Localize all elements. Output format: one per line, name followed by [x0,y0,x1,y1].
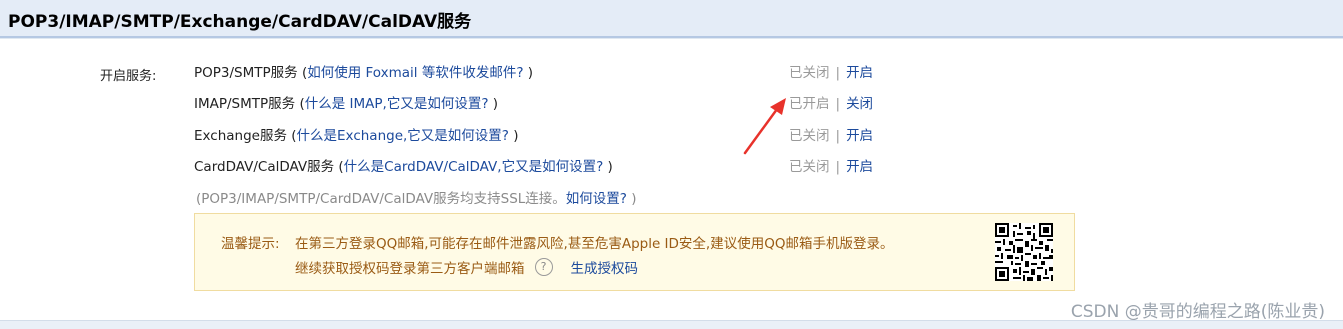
help-circle-icon[interactable]: ? [534,258,553,276]
service-status-pop3: 已关闭 | 开启 [789,61,873,81]
service-row-imap: IMAP/SMTP服务 (什么是 IMAP,它又是如何设置? ) [194,92,498,112]
ssl-note: (POP3/IMAP/SMTP/CardDAV/CalDAV服务均支持SSL连接… [196,187,637,207]
status-text: 已关闭 [789,128,830,144]
paren-close: ) [488,96,499,112]
separator: | [835,96,841,112]
paren-open: ( [286,128,297,144]
status-text: 已开启 [789,96,830,112]
separator: | [835,159,841,175]
section-title: POP3/IMAP/SMTP/Exchange/CardDAV/CalDAV服务 [8,12,472,32]
paren-close: ) [523,65,534,81]
service-name: POP3/SMTP服务 [194,65,298,81]
help-link-exchange[interactable]: 什么是Exchange,它又是如何设置? [297,128,509,144]
paren-open: ( [297,65,308,81]
watermark: CSDN @贵哥的编程之路(陈业贵) [1070,302,1325,322]
disable-imap-button[interactable]: 关闭 [846,96,873,112]
ssl-note-close: ) [626,191,637,207]
enable-pop3-button[interactable]: 开启 [846,65,873,81]
service-name: Exchange服务 [194,128,287,144]
enable-exchange-button[interactable]: 开启 [846,128,873,144]
service-name: CardDAV/CalDAV服务 [194,159,335,175]
service-status-imap: 已开启 | 关闭 [789,92,873,112]
status-text: 已关闭 [789,65,830,81]
help-link-imap[interactable]: 什么是 IMAP,它又是如何设置? [305,96,489,112]
paren-open: ( [334,159,344,175]
red-annotation-arrow [743,98,786,155]
section-header: POP3/IMAP/SMTP/Exchange/CardDAV/CalDAV服务 [0,0,1343,38]
help-link-carddav[interactable]: 什么是CardDAV/CalDAV,它又是如何设置? [344,159,604,175]
tip-line-2-text: 继续获取授权码登录第三方客户端邮箱 [295,261,525,277]
tip-line-2: 继续获取授权码登录第三方客户端邮箱 ? 生成授权码 [295,257,638,277]
service-status-exchange: 已关闭 | 开启 [789,124,873,144]
separator: | [835,65,841,81]
service-status-carddav: 已关闭 | 开启 [789,155,873,175]
paren-close: ) [508,128,519,144]
help-link-pop3[interactable]: 如何使用 Foxmail 等软件收发邮件? [307,65,523,81]
enable-carddav-button[interactable]: 开启 [846,159,873,175]
service-name: IMAP/SMTP服务 [194,96,296,112]
paren-open: ( [295,96,305,112]
ssl-setup-link[interactable]: 如何设置? [566,191,627,207]
generate-auth-code-link[interactable]: 生成授权码 [571,257,639,277]
paren-close: ) [603,159,613,175]
services-panel: 开启服务: POP3/SMTP服务 (如何使用 Foxmail 等软件收发邮件?… [0,38,1343,329]
status-text: 已关闭 [789,159,830,175]
security-tip-box: 温馨提示: 在第三方登录QQ邮箱,可能存在邮件泄露风险,甚至危害Apple ID… [194,213,1075,291]
ssl-note-text: (POP3/IMAP/SMTP/CardDAV/CalDAV服务均支持SSL连接… [196,191,566,207]
service-row-exchange: Exchange服务 (什么是Exchange,它又是如何设置? ) [194,124,519,144]
service-row-pop3: POP3/SMTP服务 (如何使用 Foxmail 等软件收发邮件? ) [194,61,533,81]
qr-code-icon [995,223,1053,281]
enable-services-label: 开启服务: [100,69,157,84]
tip-prefix: 温馨提示: [221,236,280,252]
service-row-carddav: CardDAV/CalDAV服务 (什么是CardDAV/CalDAV,它又是如… [194,155,613,175]
tip-line-1: 在第三方登录QQ邮箱,可能存在邮件泄露风险,甚至危害Apple ID安全,建议使… [295,236,894,252]
separator: | [835,128,841,144]
